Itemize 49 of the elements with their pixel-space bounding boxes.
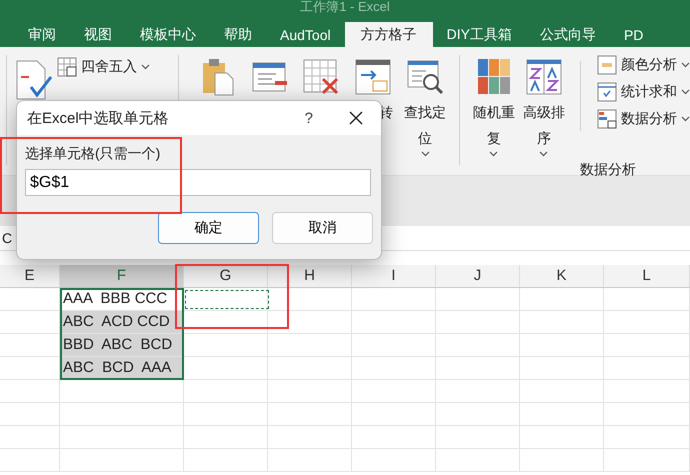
ribbon-button-label[interactable]: 随机重复 xyxy=(468,99,520,151)
caret-icon[interactable] xyxy=(680,116,690,122)
column-header[interactable]: G xyxy=(184,265,268,287)
cancel-button[interactable]: 取消 xyxy=(272,212,373,244)
table-cell: ABC ACD CCD xyxy=(60,311,184,333)
bar-table-icon[interactable] xyxy=(596,108,617,128)
caret-icon[interactable] xyxy=(680,62,690,68)
caret-icon[interactable] xyxy=(539,151,548,157)
menu-label[interactable]: 颜色分析 xyxy=(620,56,677,74)
close-icon[interactable] xyxy=(349,111,363,125)
ribbon-tab[interactable]: 公式向导 xyxy=(526,22,610,47)
ribbon-tab[interactable]: 审阅 xyxy=(14,22,70,47)
caret-icon[interactable] xyxy=(420,151,430,157)
caret-icon[interactable] xyxy=(489,151,498,157)
caret-icon[interactable] xyxy=(680,88,690,94)
caret-icon[interactable] xyxy=(140,64,150,70)
field-label: 选择单元格(只需一个) xyxy=(25,145,162,163)
ribbon-button-label[interactable]: 查找定位 xyxy=(399,99,452,151)
column-header[interactable]: H xyxy=(268,265,352,287)
group-label: 数据分析 xyxy=(578,161,637,179)
ribbon-tab[interactable]: 帮助 xyxy=(210,22,266,47)
round-label[interactable]: 四舍五入 xyxy=(80,58,137,76)
menu-label[interactable]: 数据分析 xyxy=(620,110,677,128)
ok-button[interactable]: 确定 xyxy=(158,212,259,244)
table-cell: BBD ABC BCD xyxy=(60,334,184,356)
column-header[interactable]: K xyxy=(520,265,604,287)
ribbon-button-label[interactable]: 高级排序 xyxy=(518,99,570,151)
ribbon-tab[interactable]: 模板中心 xyxy=(126,22,210,47)
window-title: 工作簿1 - Excel xyxy=(300,0,390,13)
menu-label[interactable]: 统计求和 xyxy=(620,82,677,100)
table-arrows-icon[interactable] xyxy=(353,57,394,97)
formula-text: C xyxy=(2,230,12,246)
column-header[interactable]: J xyxy=(436,265,520,287)
table-cell: ABC BCD AAA xyxy=(60,357,184,379)
column-header[interactable]: I xyxy=(352,265,436,287)
ribbon-tab[interactable]: PD xyxy=(610,22,658,47)
ribbon-tab[interactable]: AudTool xyxy=(266,22,345,47)
cell-reference-field[interactable]: $G$1 xyxy=(25,169,371,196)
column-header[interactable]: F xyxy=(60,265,184,287)
calendar-icon[interactable] xyxy=(596,82,617,102)
sort-icon[interactable] xyxy=(524,57,564,97)
table-cell-text: AAA BBB CCC xyxy=(62,289,168,309)
column-header[interactable]: L xyxy=(604,265,690,287)
ribbon-tab[interactable]: 方方格子 xyxy=(344,22,433,47)
help-button[interactable]: ? xyxy=(304,110,313,126)
ribbon-tab[interactable]: DIY工具箱 xyxy=(432,22,526,47)
ribbon-tab[interactable]: 视图 xyxy=(70,22,126,47)
striped-table-icon[interactable] xyxy=(596,54,617,74)
dialog-title: 在Excel中选取单元格 xyxy=(27,108,170,128)
